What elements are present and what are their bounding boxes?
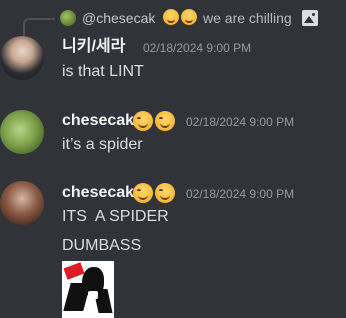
chat-log: @chesecak we are chilling 니키/세라 02/18/20… [0,0,346,318]
drooling-face-emoji [163,9,179,25]
message-text: it’s a spider [62,136,143,153]
reply-preview[interactable]: @chesecak we are chilling [0,7,346,36]
drooling-face-emoji [133,183,153,203]
drooling-face-emoji [133,111,153,131]
timestamp[interactable]: 02/18/2024 9:00 PM [143,38,251,58]
reply-avatar[interactable] [60,10,76,26]
drooling-face-emoji [181,9,197,25]
reply-text[interactable]: we are chilling [203,10,292,26]
image-shape [63,283,91,311]
avatar[interactable] [0,36,44,80]
avatar[interactable] [0,181,44,225]
timestamp[interactable]: 02/18/2024 9:00 PM [186,184,294,204]
timestamp[interactable]: 02/18/2024 9:00 PM [186,112,294,132]
image-shape [63,262,85,280]
drooling-face-emoji [155,111,175,131]
username[interactable]: chesecak [62,183,134,203]
username[interactable]: chesecak [62,111,134,131]
message-text: is that LINT [62,63,144,80]
message-text: ITS A SPIDER [62,208,169,225]
avatar[interactable] [0,110,44,154]
reply-spine [23,18,55,36]
image-attachment[interactable] [62,261,114,318]
reply-author[interactable]: @chesecak [82,10,155,26]
image-shape [88,291,98,299]
message-text: DUMBASS [62,237,142,254]
drooling-face-emoji [155,183,175,203]
username[interactable]: 니키/세라 [62,37,125,57]
image-icon [302,10,318,26]
